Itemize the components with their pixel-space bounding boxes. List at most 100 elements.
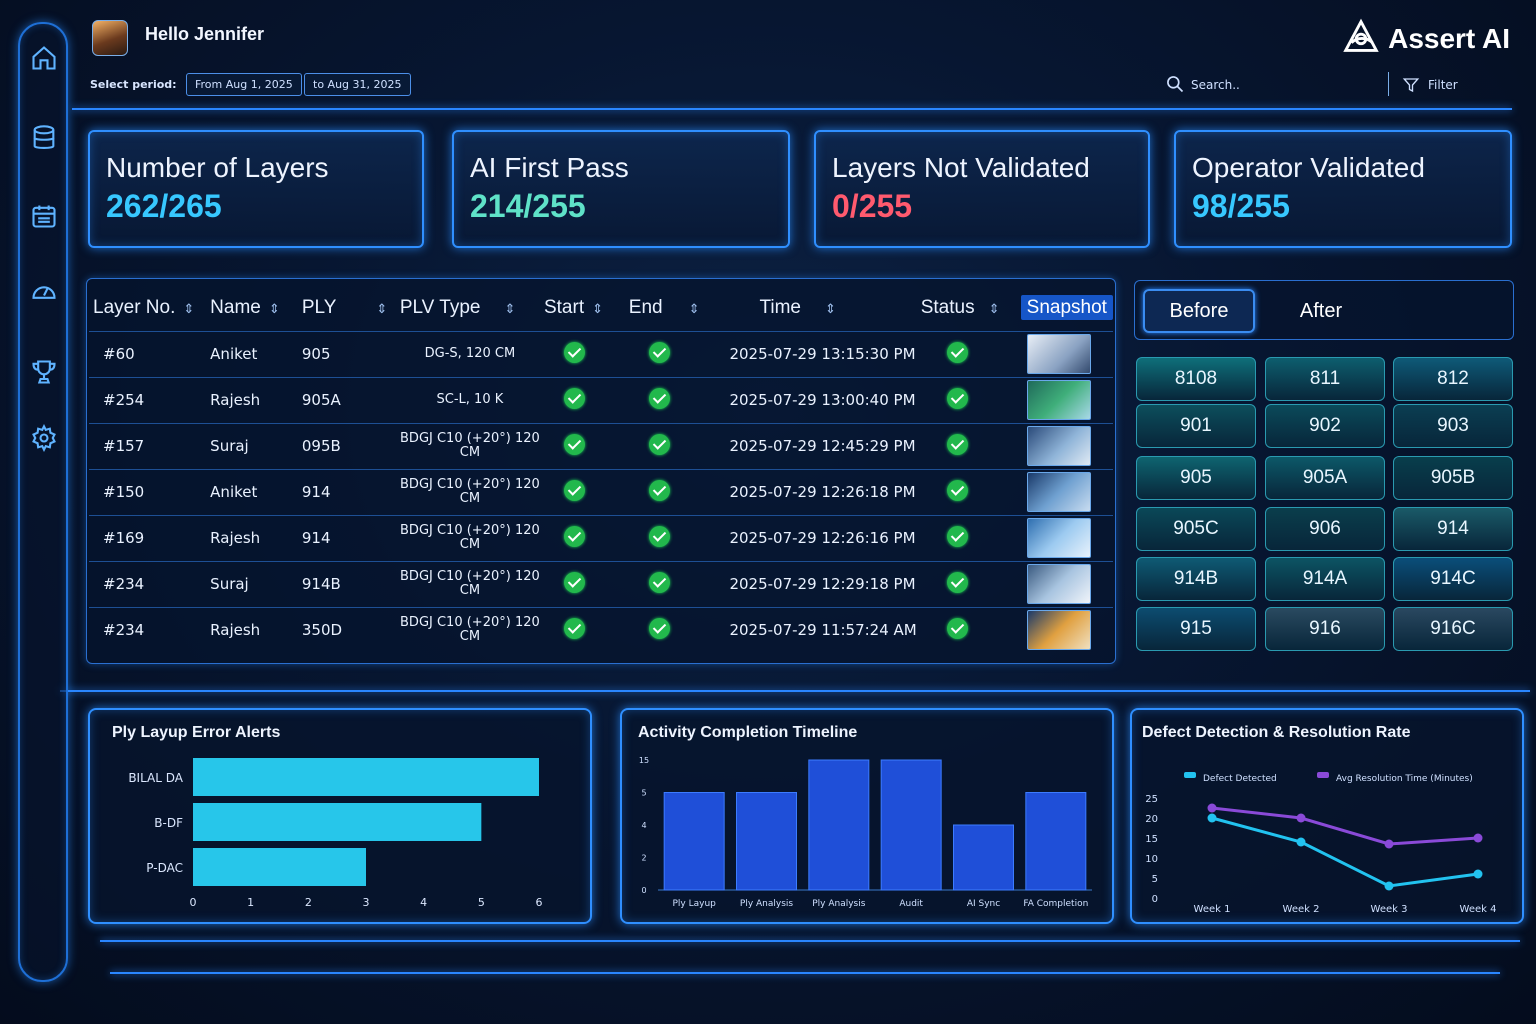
snapshot-thumbnail[interactable] xyxy=(1026,426,1091,466)
table-row[interactable]: #169 Rajesh 914 BDGJ C10 (+20°) 120 CM 2025-… xyxy=(89,514,1113,561)
ply-button[interactable]: 812 xyxy=(1393,357,1513,401)
search-input[interactable] xyxy=(1191,74,1371,96)
col-header-name[interactable]: Name ⇕ xyxy=(206,285,298,331)
sort-icon[interactable]: ⇕ xyxy=(183,301,194,316)
brand-logo-icon xyxy=(1338,14,1384,64)
table-row[interactable]: #254 Rajesh 905A SC-L, 10 K 2025-07-29 13:00… xyxy=(89,376,1113,423)
sort-icon[interactable]: ⇕ xyxy=(376,301,387,316)
check-icon xyxy=(563,387,585,409)
col-header-layer[interactable]: Layer No. ⇕ xyxy=(89,285,206,331)
ply-button[interactable]: 903 xyxy=(1393,404,1513,448)
tab-after[interactable]: After xyxy=(1265,289,1377,333)
database-icon[interactable] xyxy=(30,124,58,152)
sort-icon[interactable]: ⇕ xyxy=(504,301,515,316)
trophy-icon[interactable] xyxy=(30,358,58,386)
snapshot-thumbnail[interactable] xyxy=(1026,380,1091,420)
data-point xyxy=(1207,813,1217,823)
kpi-card-not-validated[interactable]: Layers Not Validated 0/255 xyxy=(814,130,1150,248)
y-tick-label: 0 xyxy=(1152,894,1158,905)
cell-name: Suraj xyxy=(206,422,298,469)
bar xyxy=(953,824,1014,891)
search-icon[interactable] xyxy=(1165,74,1185,94)
sort-icon[interactable]: ⇕ xyxy=(269,301,280,316)
ply-button[interactable]: 8108 xyxy=(1136,357,1256,401)
sort-icon[interactable]: ⇕ xyxy=(825,301,836,316)
check-icon xyxy=(946,433,968,455)
x-tick-label: Audit xyxy=(899,899,923,909)
table-row[interactable]: #234 Suraj 914B BDGJ C10 (+20°) 120 CM 2025-… xyxy=(89,560,1113,607)
table-row[interactable]: #157 Suraj 095B BDGJ C10 (+20°) 120 CM 2025-… xyxy=(89,422,1113,469)
ply-button[interactable]: 905B xyxy=(1393,456,1513,500)
snapshot-thumbnail[interactable] xyxy=(1026,472,1091,512)
ply-button[interactable]: 905C xyxy=(1136,507,1256,551)
kpi-value: 98/255 xyxy=(1192,188,1290,224)
y-tick-label: 20 xyxy=(1145,814,1158,825)
ply-button[interactable]: 916 xyxy=(1265,607,1385,651)
gauge-icon[interactable] xyxy=(30,278,58,306)
kpi-card-operator-validated[interactable]: Operator Validated 98/255 xyxy=(1174,130,1512,248)
layers-table-panel: Layer No. ⇕ Name ⇕ PLY ⇕ PLV Type ⇕ Start ⇕ E… xyxy=(86,278,1116,664)
gear-icon[interactable] xyxy=(30,423,58,453)
col-header-ply[interactable]: PLY ⇕ xyxy=(298,285,396,331)
snapshot-thumbnail[interactable] xyxy=(1026,564,1091,604)
cell-name: Aniket xyxy=(206,330,298,377)
filter-button[interactable]: Filter xyxy=(1402,72,1458,98)
cell-end xyxy=(624,560,714,607)
snapshot-thumbnail[interactable] xyxy=(1026,334,1091,374)
ply-button[interactable]: 905A xyxy=(1265,456,1385,500)
cell-name: Rajesh xyxy=(206,606,298,653)
cell-plv-type: BDGJ C10 (+20°) 120 CM xyxy=(395,468,540,515)
bar xyxy=(663,792,725,891)
table-row[interactable]: #60 Aniket 905 DG-S, 120 CM 2025-07-29 13:15… xyxy=(89,330,1113,377)
col-header-start[interactable]: Start ⇕ xyxy=(540,285,625,331)
toolbar-divider xyxy=(1388,72,1389,96)
avatar[interactable] xyxy=(92,20,128,56)
header-label: PLV Type xyxy=(399,296,481,318)
sort-icon[interactable]: ⇕ xyxy=(689,301,700,316)
ply-button[interactable]: 914A xyxy=(1265,557,1385,601)
cell-name: Rajesh xyxy=(206,514,298,561)
calendar-icon[interactable] xyxy=(30,202,58,230)
ply-button[interactable]: 914C xyxy=(1393,557,1513,601)
col-header-end[interactable]: End ⇕ xyxy=(625,285,714,331)
chart-1-svg: BILAL DA B-DF P-DAC 0 1 2 3 4 5 6 xyxy=(128,758,543,909)
check-icon xyxy=(563,341,585,363)
before-after-panel: Before After xyxy=(1134,280,1514,340)
home-icon[interactable] xyxy=(30,44,58,72)
ply-button[interactable]: 914 xyxy=(1393,507,1513,551)
sort-icon[interactable]: ⇕ xyxy=(592,301,603,316)
snapshot-thumbnail[interactable] xyxy=(1026,518,1091,558)
table-row[interactable]: #150 Aniket 914 BDGJ C10 (+20°) 120 CM 2025-… xyxy=(89,468,1113,515)
ply-button[interactable]: 915 xyxy=(1136,607,1256,651)
ply-button[interactable]: 906 xyxy=(1265,507,1385,551)
ply-button[interactable]: 901 xyxy=(1136,404,1256,448)
cell-layer: #234 xyxy=(89,560,207,607)
date-from-field[interactable]: From Aug 1, 2025 xyxy=(186,73,302,96)
ply-button[interactable]: 902 xyxy=(1265,404,1385,448)
snapshot-thumbnail[interactable] xyxy=(1026,610,1091,651)
col-header-status[interactable]: Status ⇕ xyxy=(917,285,1017,331)
table-row[interactable]: #234 Rajesh 350D BDGJ C10 (+20°) 120 CM 2025… xyxy=(89,606,1113,653)
sort-icon[interactable]: ⇕ xyxy=(989,301,1000,316)
tab-before[interactable]: Before xyxy=(1143,289,1255,333)
filter-label: Filter xyxy=(1428,78,1458,92)
date-to-field[interactable]: to Aug 31, 2025 xyxy=(304,73,411,96)
x-tick-label: Week 2 xyxy=(1283,904,1320,915)
ply-button[interactable]: 914B xyxy=(1136,557,1256,601)
kpi-card-layers[interactable]: Number of Layers 262/265 xyxy=(88,130,424,248)
series-line xyxy=(1211,816,1479,888)
ply-button[interactable]: 916C xyxy=(1393,607,1513,651)
ply-button[interactable]: 811 xyxy=(1265,357,1385,401)
x-tick-label: 2 xyxy=(305,896,312,909)
cell-snapshot xyxy=(1016,606,1113,653)
kpi-card-ai-first-pass[interactable]: AI First Pass 214/255 xyxy=(452,130,790,248)
col-header-time[interactable]: Time ⇕ xyxy=(713,285,916,331)
y-tick-label: 15 xyxy=(639,756,649,765)
ply-button[interactable]: 905 xyxy=(1136,456,1256,500)
col-header-snapshot[interactable]: Snapshot xyxy=(1017,285,1113,331)
col-header-plv-type[interactable]: PLV Type ⇕ xyxy=(396,285,540,331)
data-point xyxy=(1296,813,1306,823)
x-tick-label: 1 xyxy=(247,896,254,909)
cell-time: 2025-07-29 13:15:30 PM xyxy=(713,330,917,377)
kpi-value: 0/255 xyxy=(832,188,913,224)
